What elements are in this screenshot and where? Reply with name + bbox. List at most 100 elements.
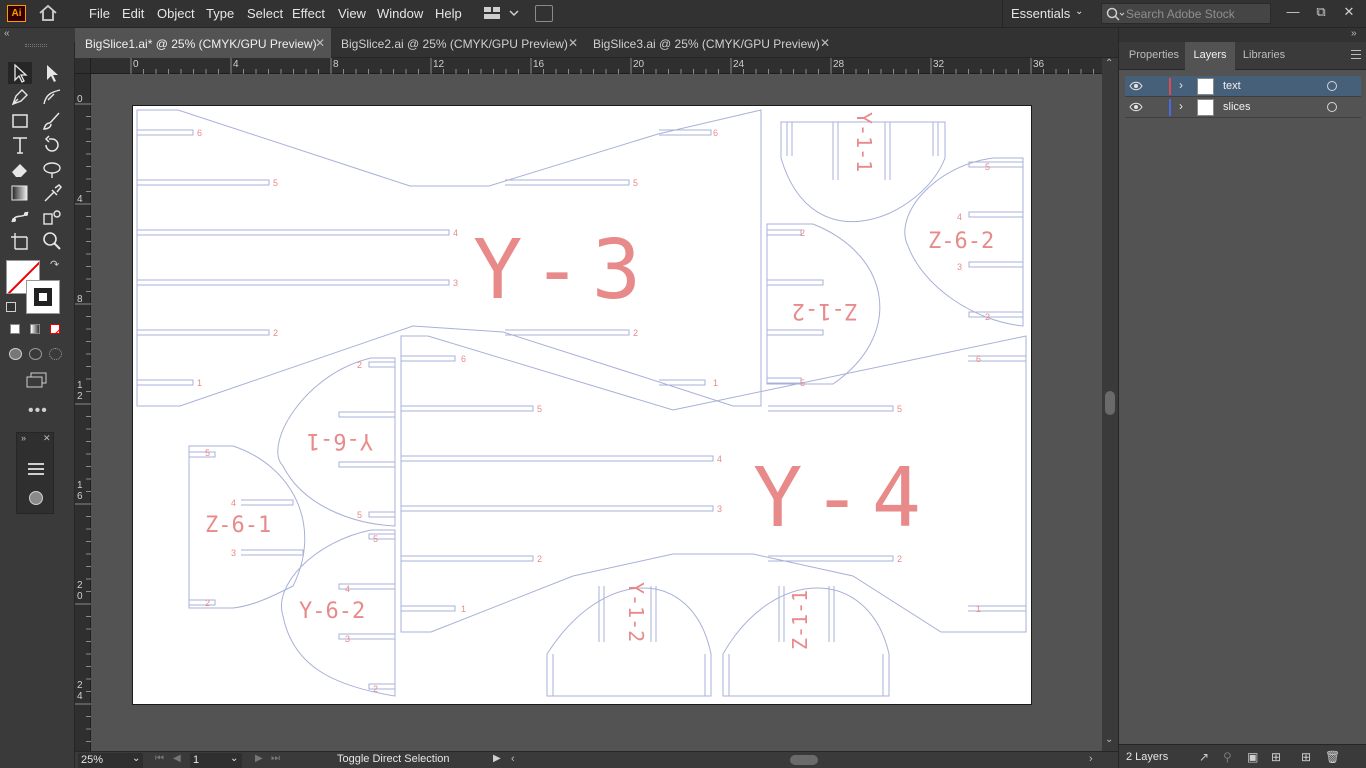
first-artboard-icon[interactable]: ⏮: [155, 753, 164, 764]
trash-icon[interactable]: 🗑: [1325, 750, 1340, 764]
workspace-switcher[interactable]: Essentials ⌄: [1002, 0, 1090, 28]
draw-inside-icon[interactable]: [49, 348, 62, 360]
layer-target-icon[interactable]: [1327, 81, 1337, 91]
locate-object-icon[interactable]: ⚲: [1223, 750, 1236, 764]
type-tool[interactable]: [8, 134, 32, 156]
hamburger-icon[interactable]: [28, 463, 44, 475]
canvas[interactable]: Y-3 Y-4 Z-6-2 Z-1-2 Y-6-1 Z-6-1 Y-6-2 Y-…: [91, 74, 1102, 751]
ruler-origin[interactable]: [75, 58, 91, 74]
close-panel-icon[interactable]: ✕: [43, 433, 51, 444]
toolbar-grip[interactable]: [25, 44, 47, 47]
paintbrush-tool[interactable]: [40, 110, 64, 132]
collapse-panel-icon[interactable]: »: [1351, 28, 1357, 39]
tab-layers[interactable]: Layers: [1185, 42, 1235, 70]
clipping-mask-icon[interactable]: ▣: [1247, 750, 1260, 764]
menu-type[interactable]: Type: [206, 6, 234, 21]
vertical-scrollbar[interactable]: ⌃ ⌄: [1102, 58, 1118, 751]
artboard-number-select[interactable]: 1 ⌄: [190, 753, 242, 768]
puppet-warp-tool[interactable]: [8, 206, 32, 228]
scroll-right-icon[interactable]: ›: [1089, 753, 1093, 765]
last-artboard-icon[interactable]: ⏭: [271, 753, 280, 764]
menu-object[interactable]: Object: [157, 6, 195, 21]
scroll-up-icon[interactable]: ⌃: [1105, 58, 1113, 69]
artboard-tool[interactable]: [8, 230, 32, 252]
tab-bigslice1[interactable]: BigSlice1.ai* @ 25% (CMYK/GPU Preview) ✕: [75, 28, 331, 58]
layer-name[interactable]: text: [1223, 80, 1241, 92]
swap-fill-stroke-icon[interactable]: ↷: [50, 258, 59, 271]
restore-button[interactable]: ⧉: [1309, 2, 1333, 22]
layer-target-icon[interactable]: [1327, 102, 1337, 112]
menu-window[interactable]: Window: [377, 6, 423, 21]
horizontal-scroll-thumb[interactable]: [790, 755, 818, 765]
gradient-tool[interactable]: [8, 182, 32, 204]
zoom-level-select[interactable]: 25% ⌄: [78, 753, 143, 768]
selection-tool[interactable]: [8, 62, 32, 84]
stroke-swatch[interactable]: [26, 280, 60, 314]
vertical-scroll-thumb[interactable]: [1105, 391, 1115, 415]
close-tab-icon[interactable]: ✕: [820, 36, 830, 50]
zoom-tool[interactable]: [40, 230, 64, 252]
color-mode-swatch[interactable]: [10, 324, 20, 334]
gradient-mode-swatch[interactable]: [30, 324, 40, 334]
panel-menu-icon[interactable]: [1351, 50, 1361, 59]
scroll-down-icon[interactable]: ⌄: [1105, 734, 1113, 745]
minimize-button[interactable]: —: [1281, 2, 1305, 22]
expand-layer-icon[interactable]: ›: [1179, 78, 1183, 92]
arrange-documents-icon[interactable]: [482, 5, 522, 22]
close-window-button[interactable]: ✕: [1337, 2, 1361, 22]
vertical-ruler[interactable]: 0 4 8 12 16 20 24: [75, 74, 91, 751]
home-icon[interactable]: [38, 4, 58, 22]
menu-edit[interactable]: Edit: [122, 6, 144, 21]
menu-effect[interactable]: Effect: [292, 6, 325, 21]
stock-search-input[interactable]: [1126, 6, 1266, 21]
close-tab-icon[interactable]: ✕: [568, 36, 578, 50]
layer-row-slices[interactable]: › slices: [1125, 97, 1361, 118]
export-icon[interactable]: ↗: [1199, 750, 1212, 764]
draw-normal-icon[interactable]: [9, 348, 22, 360]
none-mode-swatch[interactable]: [50, 324, 60, 334]
status-menu-icon[interactable]: ▶: [493, 753, 501, 764]
tab-bigslice3[interactable]: BigSlice3.ai @ 25% (CMYK/GPU Preview) ✕: [583, 28, 835, 58]
new-layer-icon[interactable]: ⊞: [1301, 750, 1314, 764]
scroll-left-icon[interactable]: ‹: [511, 753, 515, 765]
screen-mode-icon[interactable]: [25, 372, 49, 388]
tab-libraries[interactable]: Libraries: [1235, 42, 1293, 70]
collapse-toolbar-icon[interactable]: «: [4, 28, 10, 39]
edit-toolbar-icon[interactable]: •••: [28, 402, 48, 420]
gpu-performance-icon[interactable]: [535, 5, 553, 22]
symbol-sprayer-tool[interactable]: [40, 206, 64, 228]
eraser-tool[interactable]: [8, 158, 32, 180]
draw-behind-icon[interactable]: [29, 348, 42, 360]
expand-panel-icon[interactable]: »: [21, 433, 26, 443]
artboard[interactable]: Y-3 Y-4 Z-6-2 Z-1-2 Y-6-1 Z-6-1 Y-6-2 Y-…: [132, 105, 1032, 705]
next-artboard-icon[interactable]: ▶: [255, 753, 263, 764]
horizontal-ruler[interactable]: 0 4 8 12 16 20 24 28 32 36: [91, 58, 1102, 74]
layer-name[interactable]: slices: [1223, 101, 1251, 113]
eye-icon[interactable]: [1129, 79, 1143, 93]
menu-view[interactable]: View: [338, 6, 366, 21]
previous-artboard-icon[interactable]: ◀: [173, 753, 181, 764]
default-fill-stroke-icon[interactable]: [6, 302, 16, 312]
expand-layer-icon[interactable]: ›: [1179, 99, 1183, 113]
menu-help[interactable]: Help: [435, 6, 462, 21]
menu-select[interactable]: Select: [247, 6, 283, 21]
pen-tool[interactable]: [8, 86, 32, 108]
layer-row-text[interactable]: › text: [1125, 76, 1361, 97]
stock-search[interactable]: [1101, 3, 1271, 24]
close-tab-icon[interactable]: ✕: [315, 36, 325, 50]
curvature-tool[interactable]: [40, 86, 64, 108]
direct-selection-tool[interactable]: [40, 62, 64, 84]
appearance-icon[interactable]: [29, 491, 43, 505]
tab-bigslice2[interactable]: BigSlice2.ai @ 25% (CMYK/GPU Preview) ✕: [331, 28, 583, 58]
fill-stroke-swatches[interactable]: ↷: [6, 258, 62, 318]
rectangle-tool[interactable]: [8, 110, 32, 132]
eye-icon[interactable]: [1129, 100, 1143, 114]
ruler-label: 0: [133, 59, 139, 70]
tab-properties[interactable]: Properties: [1123, 42, 1185, 70]
rotate-tool[interactable]: [40, 134, 64, 156]
warp-tool[interactable]: [40, 158, 64, 180]
new-sublayer-icon[interactable]: ⊞: [1271, 750, 1284, 764]
menu-file[interactable]: File: [89, 6, 110, 21]
slice-artwork[interactable]: Y-3 Y-4 Z-6-2 Z-1-2 Y-6-1 Z-6-1 Y-6-2 Y-…: [133, 106, 1033, 706]
eyedropper-tool[interactable]: [40, 182, 64, 204]
